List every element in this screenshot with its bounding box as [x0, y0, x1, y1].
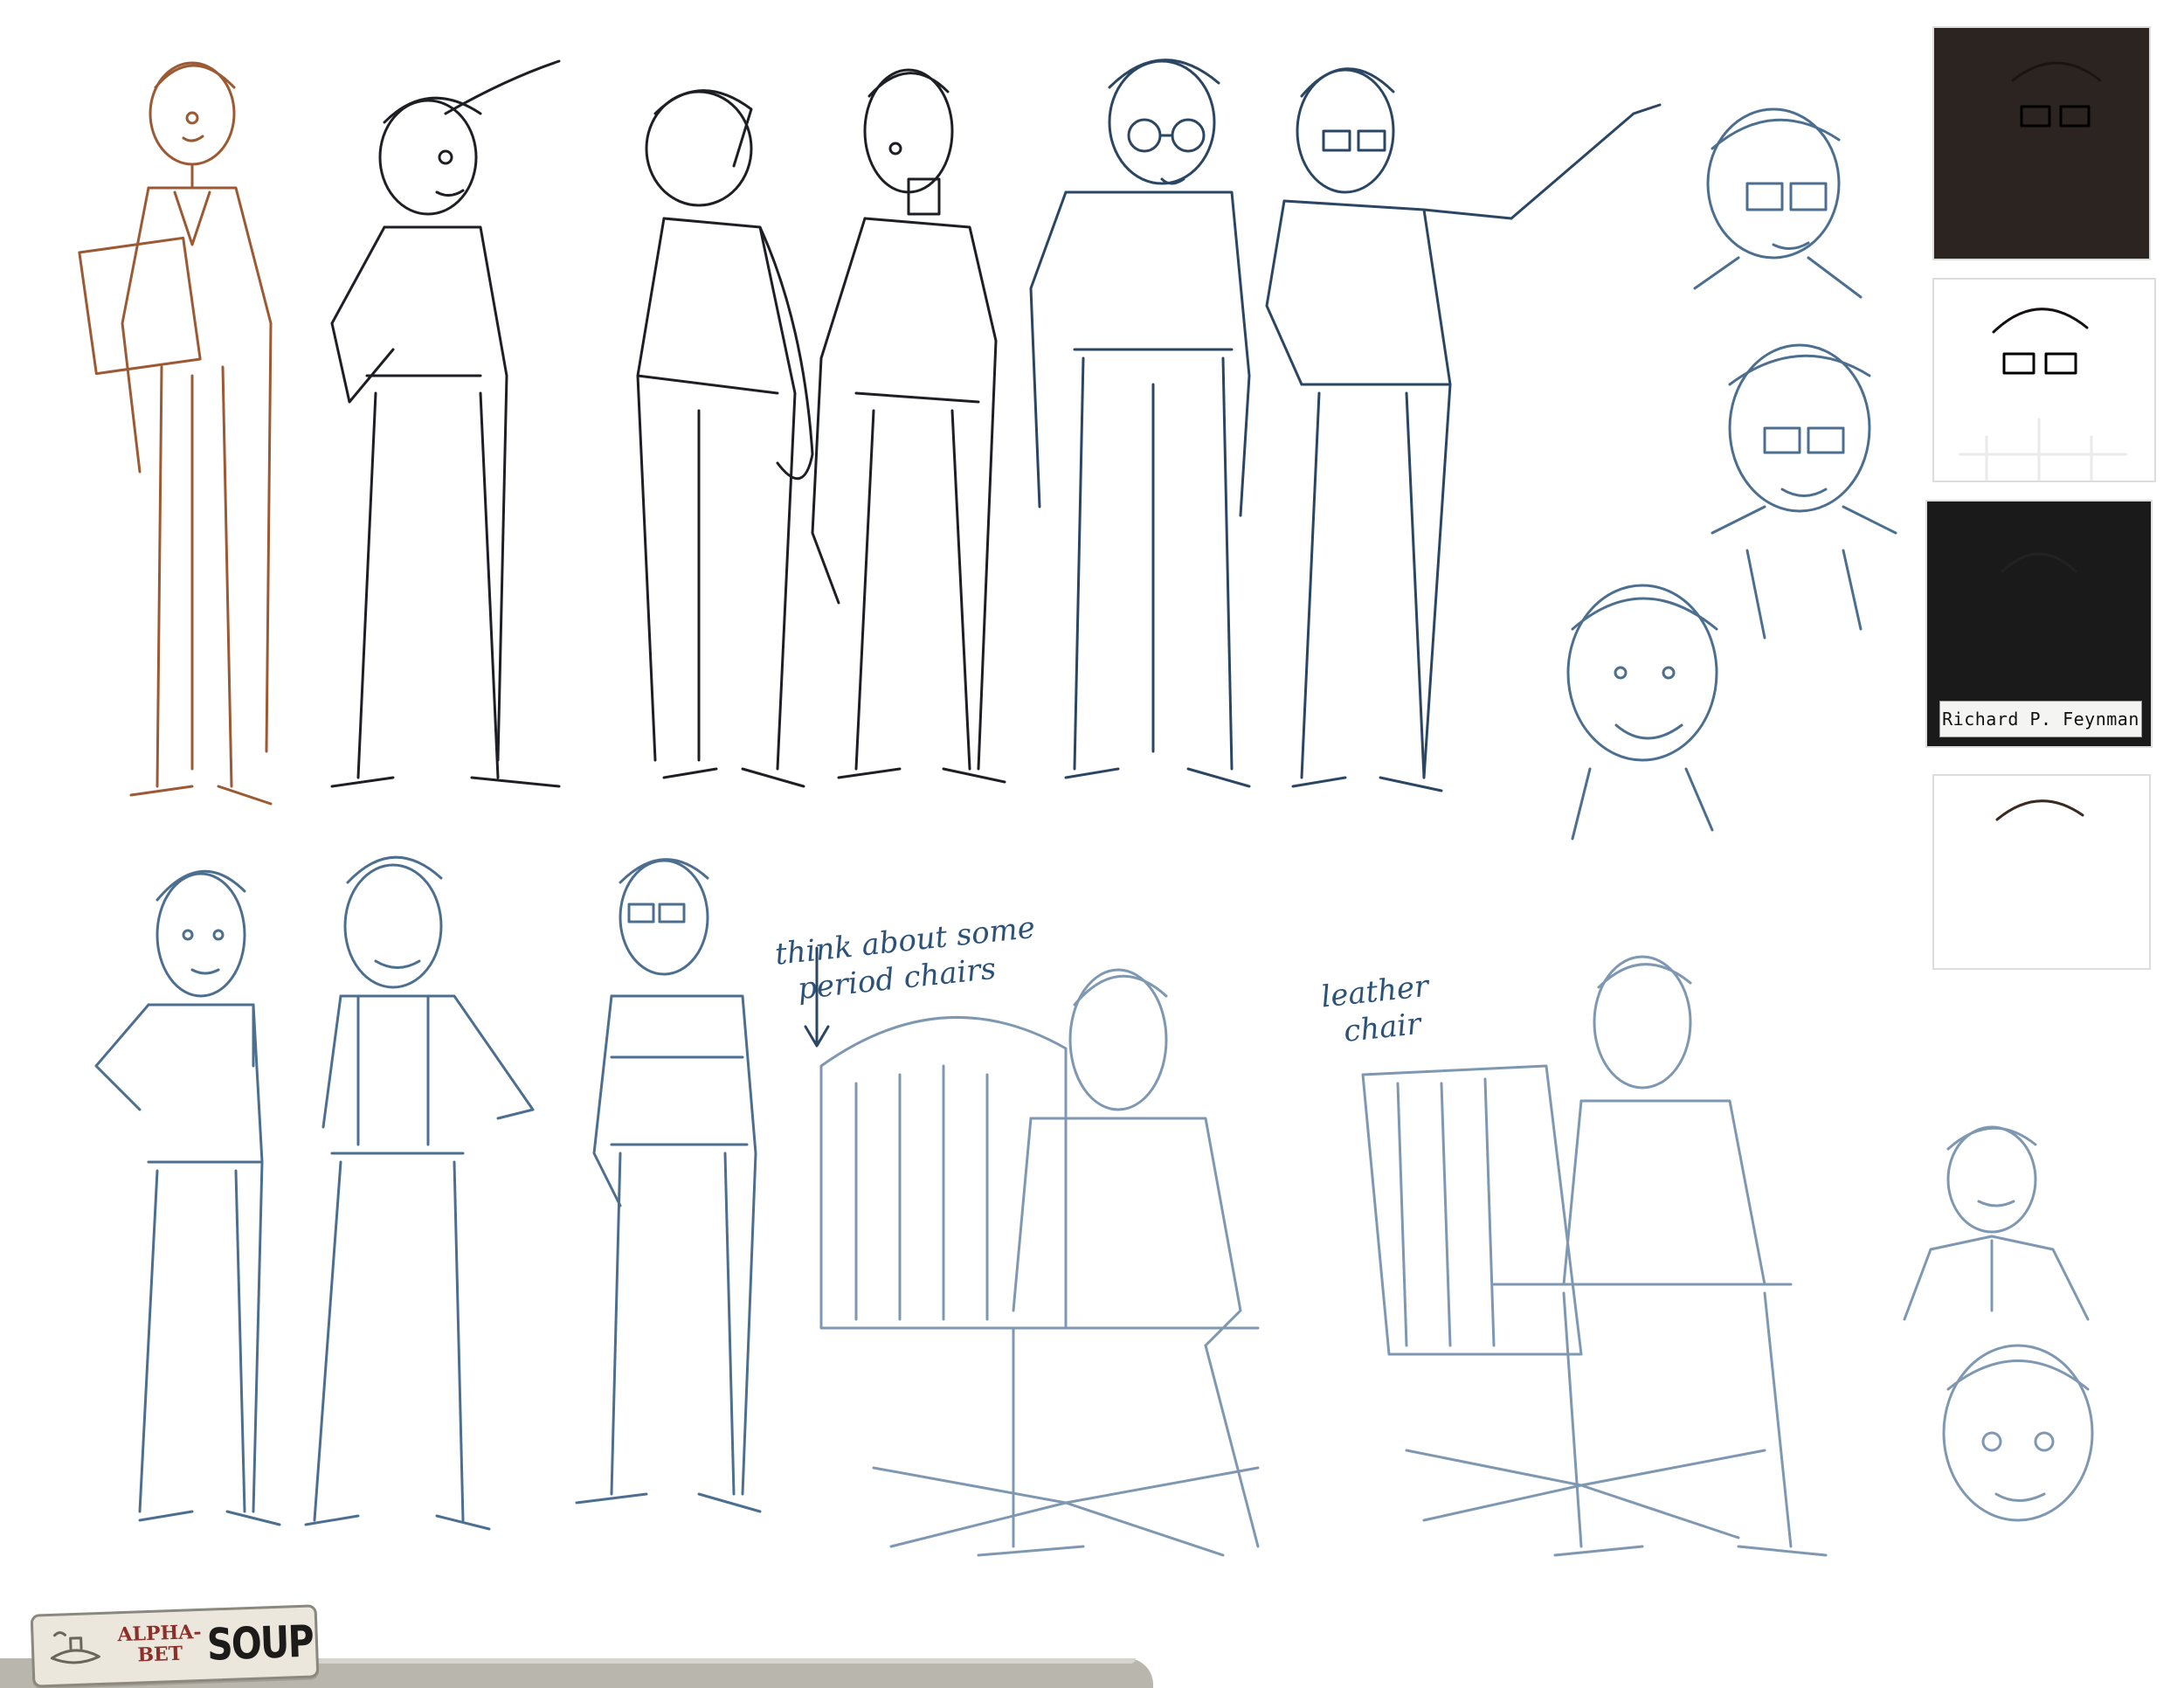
- reference-photo-feynman: Richard P. Feynman: [1925, 500, 2153, 748]
- alpha-bet-soup-logo[interactable]: ALPHA- BET SOUP: [30, 1604, 320, 1688]
- reference-photo-2: [1932, 278, 2156, 482]
- blue-figure-hands-on-hips: [87, 847, 281, 1538]
- logo-soup: SOUP: [205, 1615, 314, 1671]
- feynman-photo-caption: Richard P. Feynman: [1939, 701, 2142, 737]
- sketch-seated-period-chair: [804, 944, 1328, 1564]
- submarine-icon: [44, 1627, 107, 1672]
- sketch-seated-leather-chair: [1354, 952, 1843, 1564]
- head-study-glasses-1: [1660, 87, 1870, 315]
- logo-alpha-bet: ALPHA- BET: [117, 1620, 202, 1667]
- reference-photo-4: [1932, 774, 2151, 970]
- sketch-sheet: Richard P. Feynman think about some peri…: [0, 0, 2184, 1688]
- head-study-uniform: [1896, 1118, 2105, 1328]
- black-figure-hand-on-head: [297, 59, 594, 804]
- brown-figure-holding-books: [61, 35, 297, 806]
- head-study-smiling: [1538, 559, 1730, 841]
- black-figure-profile-standing: [585, 61, 814, 804]
- navy-figure-glasses-sweater: [1013, 35, 1258, 804]
- black-figure-with-coffee: [804, 44, 1013, 804]
- head-study-uniform-2: [1922, 1337, 2114, 1538]
- blue-figure-suspenders: [288, 839, 542, 1538]
- reference-photo-1: [1932, 26, 2151, 260]
- blue-figure-sweater-glasses: [559, 839, 769, 1538]
